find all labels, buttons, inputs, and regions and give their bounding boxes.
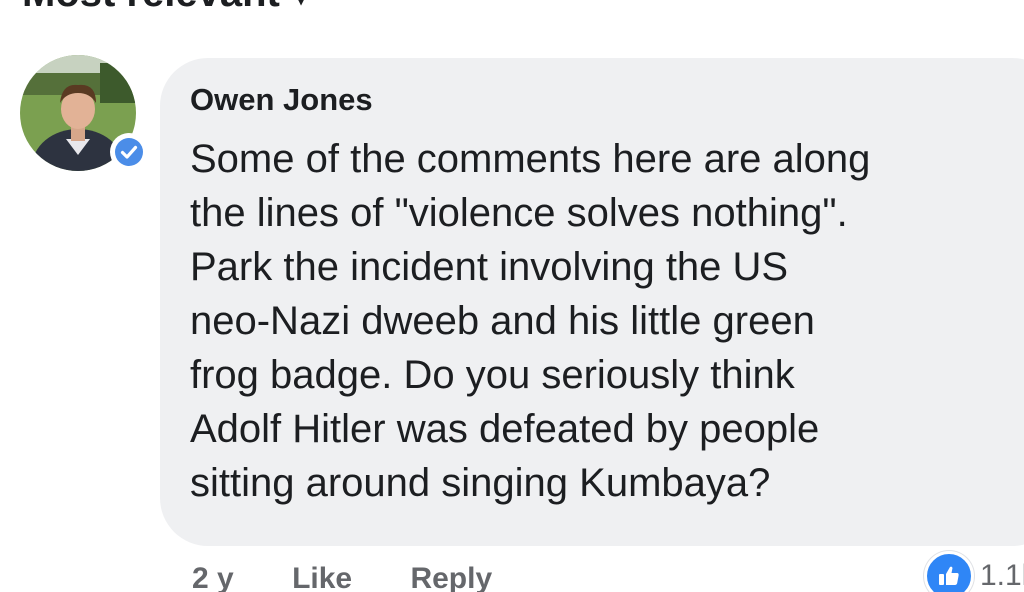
comment-line: the lines of "violence solves nothing". xyxy=(190,191,848,235)
comment-author-name[interactable]: Owen Jones xyxy=(190,82,373,118)
like-reaction-icon xyxy=(924,551,974,592)
comment-sort-selector[interactable]: Most relevant ▾ xyxy=(22,0,311,16)
reaction-summary[interactable]: 1.1k xyxy=(924,551,1024,592)
comment-timestamp[interactable]: 2 y xyxy=(192,562,234,592)
author-avatar-container[interactable] xyxy=(20,55,148,173)
comment-actions: 2 y Like Reply xyxy=(192,562,542,592)
comment-line: frog badge. Do you seriously think xyxy=(190,353,795,397)
verified-badge-icon xyxy=(110,133,148,171)
comment-line: neo-Nazi dweeb and his little green xyxy=(190,299,815,343)
reaction-count: 1.1k xyxy=(980,559,1024,592)
like-button[interactable]: Like xyxy=(292,562,352,592)
sort-label: Most relevant xyxy=(22,0,280,15)
comment-line: Adolf Hitler was defeated by people xyxy=(190,407,820,451)
comment-line: Some of the comments here are along xyxy=(190,137,871,181)
chevron-down-icon: ▾ xyxy=(291,0,311,15)
facebook-comment-screen: Most relevant ▾ Owen Jones xyxy=(0,0,1024,592)
comment-body: Some of the comments here are along the … xyxy=(190,132,1020,510)
comment-line: Park the incident involving the US xyxy=(190,245,789,289)
reply-button[interactable]: Reply xyxy=(410,562,492,592)
comment-line: sitting around singing Kumbaya? xyxy=(190,461,771,505)
